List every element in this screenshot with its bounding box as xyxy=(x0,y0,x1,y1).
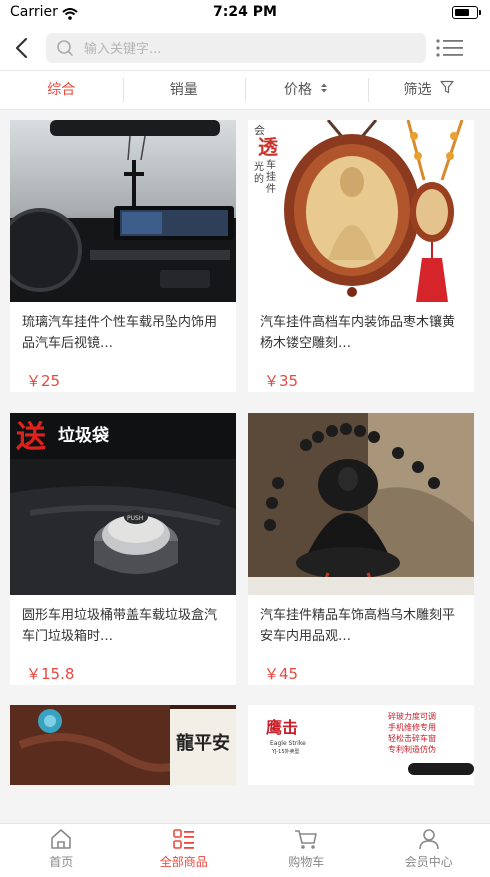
sort-tab-sales[interactable]: 销量 xyxy=(123,71,246,109)
product-image: 送 垃圾袋 PUSH xyxy=(10,413,236,595)
product-image xyxy=(248,413,474,595)
svg-text:垃圾袋: 垃圾袋 xyxy=(58,425,110,446)
status-bar: Carrier 7:24 PM xyxy=(0,0,490,26)
svg-text:轻松击碎车窗: 轻松击碎车窗 xyxy=(388,733,436,743)
sort-tab-filter[interactable]: 筛选 xyxy=(368,71,490,109)
tab-label: 首页 xyxy=(0,853,123,870)
svg-text:PUSH: PUSH xyxy=(127,515,143,522)
svg-text:送: 送 xyxy=(16,420,46,455)
product-name: 琉璃汽车挂件个性车载吊坠内饰用品汽车后视镜… xyxy=(22,312,226,354)
cart-icon xyxy=(293,828,319,850)
product-price: ￥25 xyxy=(26,370,236,392)
svg-text:透: 透 xyxy=(258,135,279,159)
svg-text:龍平安: 龍平安 xyxy=(176,732,230,754)
tab-cart[interactable]: 购物车 xyxy=(245,824,368,877)
sort-tab-label: 销量 xyxy=(170,82,198,98)
sort-tab-label: 价格 xyxy=(284,82,312,98)
svg-text:鹰击: 鹰击 xyxy=(266,718,298,737)
product-card[interactable]: 会 透 光 的 车 挂 件 xyxy=(248,120,474,392)
product-card[interactable]: 琉璃汽车挂件个性车载吊坠内饰用品汽车后视镜… ￥25 xyxy=(10,120,236,392)
sort-tab-price[interactable]: 价格 xyxy=(245,71,368,109)
product-name: 汽车挂件高档车内装饰品枣木镶黄杨木镂空雕刻… xyxy=(260,312,464,354)
user-icon xyxy=(417,828,441,850)
svg-text:光: 光 xyxy=(254,160,264,173)
tab-home[interactable]: 首页 xyxy=(0,824,123,877)
sort-arrows-icon xyxy=(320,71,328,109)
home-icon xyxy=(49,828,73,850)
search-icon xyxy=(56,39,74,61)
chevron-left-icon xyxy=(10,34,34,62)
filter-icon xyxy=(440,71,454,109)
svg-text:Eagle Strike: Eagle Strike xyxy=(270,740,306,747)
sort-bar: 综合 销量 价格 筛选 xyxy=(0,71,490,110)
product-price: ￥15.8 xyxy=(26,663,236,685)
sort-tab-comprehensive[interactable]: 综合 xyxy=(0,71,123,109)
sort-tab-label: 综合 xyxy=(47,82,75,98)
product-card[interactable]: 汽车挂件精品车饰高档乌木雕刻平安车内用品观… ￥45 xyxy=(248,413,474,685)
search-input[interactable] xyxy=(82,37,416,61)
product-price: ￥45 xyxy=(264,663,474,685)
product-image xyxy=(10,120,236,302)
category-list-icon xyxy=(172,828,196,850)
sort-tab-label: 筛选 xyxy=(404,82,432,98)
svg-text:的: 的 xyxy=(254,172,264,185)
svg-text:件: 件 xyxy=(266,183,276,195)
product-card[interactable]: 龍平安 xyxy=(10,705,236,785)
header xyxy=(0,26,490,71)
tab-label: 会员中心 xyxy=(368,853,490,870)
svg-text:挂: 挂 xyxy=(266,170,276,183)
product-card[interactable]: 送 垃圾袋 PUSH 圆形车用垃圾桶带盖车载垃圾盒汽车门垃圾箱时… ￥15.8 xyxy=(10,413,236,685)
menu-button[interactable] xyxy=(436,38,464,62)
svg-text:专利制造仿伪: 专利制造仿伪 xyxy=(388,744,436,754)
tab-member-center[interactable]: 会员中心 xyxy=(368,824,490,877)
product-image: 鹰击 Eagle Strike YJ-15外卖型 碎玻力度可调 手机维修专用 轻… xyxy=(248,705,474,785)
tab-all-products[interactable]: 全部商品 xyxy=(123,824,246,877)
bottom-tab-bar: 首页 全部商品 购物车 会员中心 xyxy=(0,823,490,877)
battery-icon xyxy=(452,6,478,19)
product-image: 会 透 光 的 车 挂 件 xyxy=(248,120,474,302)
product-name: 圆形车用垃圾桶带盖车载垃圾盒汽车门垃圾箱时… xyxy=(22,605,226,647)
list-menu-icon xyxy=(436,38,464,58)
clock: 7:24 PM xyxy=(0,4,490,20)
svg-text:YJ-15外卖型: YJ-15外卖型 xyxy=(271,748,300,755)
svg-text:手机维修专用: 手机维修专用 xyxy=(388,722,436,732)
tab-label: 购物车 xyxy=(245,853,368,870)
search-box[interactable] xyxy=(46,33,426,63)
product-image: 龍平安 xyxy=(10,705,236,785)
back-button[interactable] xyxy=(10,34,34,62)
tab-label: 全部商品 xyxy=(123,853,246,870)
product-price: ￥35 xyxy=(264,370,474,392)
product-name: 汽车挂件精品车饰高档乌木雕刻平安车内用品观… xyxy=(260,605,464,647)
svg-text:车: 车 xyxy=(266,158,276,171)
product-card[interactable]: 鹰击 Eagle Strike YJ-15外卖型 碎玻力度可调 手机维修专用 轻… xyxy=(248,705,474,785)
svg-text:碎玻力度可调: 碎玻力度可调 xyxy=(388,711,436,721)
